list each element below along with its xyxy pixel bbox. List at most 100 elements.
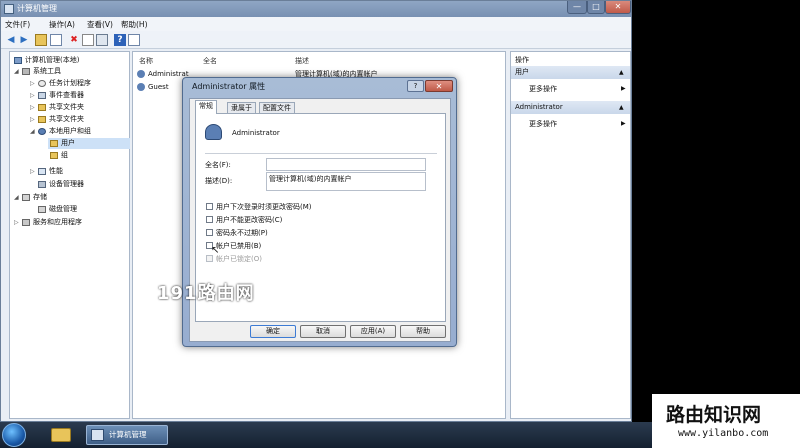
expand-arrow-icon[interactable]: ▷ [14, 217, 21, 228]
expand-arrow-icon[interactable]: ◢ [14, 66, 21, 77]
tree-item-local-users-groups[interactable]: ◢ 本地用户和组 [30, 126, 130, 137]
action-more-actions-users[interactable]: 更多操作 [529, 84, 557, 94]
tree-item-system-tools[interactable]: ◢ 系统工具 [14, 66, 130, 77]
submenu-arrow-icon[interactable]: ▶ [621, 120, 626, 127]
tree-item-users[interactable]: 用户 [48, 138, 130, 149]
user-icon [137, 70, 145, 78]
tree-item-performance[interactable]: ▷ 性能 [30, 166, 130, 177]
collapse-icon[interactable]: ▲ [619, 66, 624, 79]
administrator-properties-dialog: Administrator 属性 ? ✕ 常规 隶属于 配置文件 Adminis… [182, 77, 457, 347]
checkbox-must-change-password[interactable]: 用户下次登录时须更改密码(M) [206, 202, 406, 212]
checkbox-box[interactable] [206, 203, 213, 210]
divider [205, 153, 437, 154]
cancel-button[interactable]: 取消 [300, 325, 346, 338]
menu-view[interactable]: 查看(V) [87, 19, 113, 30]
column-header-name[interactable]: 名称 [139, 56, 153, 66]
title-bar[interactable]: 计算机管理 — □ ✕ [1, 1, 631, 17]
storage-icon [22, 194, 30, 201]
tree-item-services-applications[interactable]: ▷ 服务和应用程序 [14, 217, 130, 228]
computer-management-icon [91, 429, 104, 441]
show-action-pane-icon[interactable] [128, 34, 140, 46]
taskbar: 计算机管理 [0, 422, 652, 448]
start-button[interactable] [2, 423, 26, 447]
tab-member-of[interactable]: 隶属于 [227, 102, 256, 113]
collapse-icon[interactable]: ▲ [619, 101, 624, 114]
expand-arrow-icon[interactable]: ▷ [30, 90, 37, 101]
checkbox-box[interactable] [206, 229, 213, 236]
dialog-help-button[interactable]: ? [407, 80, 424, 92]
computer-management-taskbar-button[interactable]: 计算机管理 [86, 425, 168, 445]
dialog-body: 常规 隶属于 配置文件 Administrator 全名(F): 描述(D): … [189, 98, 451, 342]
window-title: 计算机管理 [17, 4, 57, 13]
delete-icon[interactable]: ✖ [68, 34, 80, 46]
expand-arrow-icon[interactable]: ▷ [30, 102, 37, 113]
explorer-taskbar-button[interactable] [48, 425, 74, 445]
users-icon [38, 128, 46, 135]
expand-arrow-icon[interactable]: ▷ [30, 166, 37, 177]
tree-item-shared-folders[interactable]: ▷ 共享文件夹 [30, 102, 130, 113]
column-header-description[interactable]: 描述 [295, 56, 309, 66]
computer-management-icon [4, 4, 14, 14]
description-input[interactable]: 管理计算机(域)的内置帐户 [266, 172, 426, 191]
description-label: 描述(D): [205, 177, 233, 185]
submenu-arrow-icon[interactable]: ▶ [621, 85, 626, 92]
tab-profile[interactable]: 配置文件 [259, 102, 295, 113]
username-label: Administrator [232, 129, 280, 137]
back-arrow-icon[interactable]: ◀ [5, 34, 17, 46]
properties-icon[interactable] [82, 34, 94, 46]
performance-icon [38, 168, 46, 175]
checkbox-cannot-change-password[interactable]: 用户不能更改密码(C) [206, 215, 406, 225]
show-hide-tree-icon[interactable] [50, 34, 62, 46]
expand-arrow-icon[interactable]: ▷ [30, 114, 37, 125]
collapse-arrow-icon[interactable]: ◢ [14, 192, 21, 203]
action-more-actions-administrator[interactable]: 更多操作 [529, 119, 557, 129]
help-icon[interactable]: ? [114, 34, 126, 46]
up-folder-icon[interactable] [35, 34, 47, 46]
dialog-title: Administrator 属性 [192, 82, 266, 91]
tree-item-task-scheduler[interactable]: ▷ 任务计划程序 [30, 78, 130, 89]
forward-arrow-icon[interactable]: ▶ [18, 34, 30, 46]
console-tree: 计算机管理(本地) ◢ 系统工具 ▷ 任务计划程序 ▷ 事件查看器 ▷ 共享文件… [9, 51, 130, 419]
minimize-button[interactable]: — [567, 1, 587, 14]
help-button[interactable]: 帮助 [400, 325, 446, 338]
services-icon [22, 219, 30, 226]
collapse-arrow-icon[interactable]: ◢ [30, 126, 37, 137]
close-button[interactable]: ✕ [605, 1, 631, 14]
tree-item-groups[interactable]: 组 [48, 150, 130, 161]
ok-button[interactable]: 确定 [250, 325, 296, 338]
checkbox-account-disabled[interactable]: 帐户已禁用(B) [206, 241, 406, 251]
checkbox-box[interactable] [206, 216, 213, 223]
apply-button[interactable]: 应用(A) [350, 325, 396, 338]
maximize-button[interactable]: □ [587, 1, 605, 14]
fullname-input[interactable] [266, 158, 426, 171]
clock-icon [38, 80, 46, 87]
dialog-close-button[interactable]: ✕ [425, 80, 453, 92]
tree-item-event-viewer[interactable]: ▷ 事件查看器 [30, 90, 130, 101]
export-list-icon[interactable] [96, 34, 108, 46]
event-icon [38, 92, 46, 99]
checkbox-box [206, 255, 213, 262]
watermark-center: 191路由网 [157, 283, 255, 304]
menu-file[interactable]: 文件(F) [5, 19, 30, 30]
menu-bar: 文件(F) 操作(A) 查看(V) 帮助(H) [1, 17, 631, 31]
menu-help[interactable]: 帮助(H) [121, 19, 148, 30]
column-header-fullname[interactable]: 全名 [203, 56, 217, 66]
folder-icon [50, 140, 58, 147]
actions-header: 操作 [515, 56, 529, 64]
tree-item-device-manager[interactable]: 设备管理器 [30, 179, 130, 190]
expand-arrow-icon[interactable]: ▷ [30, 78, 37, 89]
actions-section-users[interactable]: 用户 ▲ [511, 66, 630, 79]
device-icon [38, 181, 46, 188]
mouse-cursor-icon: ↖ [211, 245, 220, 256]
tab-general[interactable]: 常规 [195, 100, 217, 114]
tree-item-shared-folders-2[interactable]: ▷ 共享文件夹 [30, 114, 130, 125]
actions-section-administrator[interactable]: Administrator ▲ [511, 101, 630, 114]
menu-action[interactable]: 操作(A) [49, 19, 75, 30]
checkbox-password-never-expires[interactable]: 密码永不过期(P) [206, 228, 406, 238]
tree-item-disk-management[interactable]: 磁盘管理 [30, 204, 130, 215]
tree-item-computer-management[interactable]: 计算机管理(本地) [12, 55, 130, 66]
fullname-label: 全名(F): [205, 161, 231, 169]
folder-icon [38, 104, 46, 111]
tree-item-storage[interactable]: ◢ 存储 [14, 192, 130, 203]
checkbox-account-locked: 帐户已锁定(O) [206, 254, 406, 264]
